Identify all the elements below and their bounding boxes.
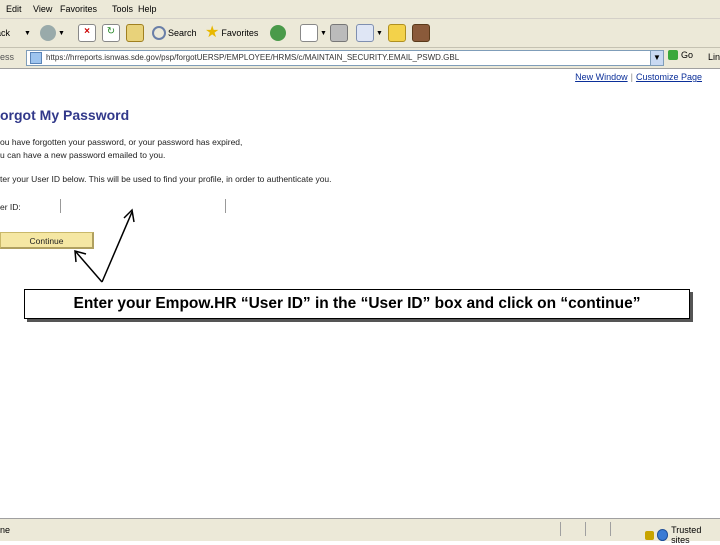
menu-edit[interactable]: Edit	[6, 4, 22, 14]
menu-bar: Edit View Favorites Tools Help	[0, 0, 720, 19]
address-dropdown[interactable]: ▼	[650, 50, 664, 66]
address-label: ess	[0, 52, 15, 62]
go-button[interactable]: Go	[668, 50, 693, 60]
print-icon	[330, 24, 348, 42]
instruction-line-2: u can have a new password emailed to you…	[0, 150, 166, 160]
menu-tools[interactable]: Tools	[112, 4, 133, 14]
userid-input[interactable]	[60, 199, 226, 213]
page-title: orgot My Password	[0, 107, 130, 123]
arrowhead-continue	[74, 249, 87, 263]
chevron-down-icon: ▼	[653, 53, 661, 62]
status-text: ne	[0, 525, 11, 535]
chevron-down-icon: ▼	[376, 29, 383, 37]
back-button[interactable]: Back ▼	[0, 22, 31, 44]
home-icon	[126, 24, 144, 42]
favorites-label: Favorites	[221, 28, 259, 38]
go-label: Go	[681, 50, 694, 60]
print-button[interactable]	[330, 22, 348, 44]
chevron-down-icon: ▼	[58, 29, 65, 37]
chevron-down-icon: ▼	[24, 29, 31, 37]
back-label: Back	[0, 28, 11, 38]
books-icon	[412, 24, 430, 42]
home-button[interactable]	[126, 22, 144, 44]
go-arrow-icon	[668, 50, 678, 60]
discuss-button[interactable]	[388, 22, 406, 44]
link-separator: |	[630, 72, 633, 82]
star-icon: ★	[205, 24, 220, 41]
status-divider	[560, 522, 561, 536]
refresh-icon: ↻	[102, 24, 120, 42]
history-button[interactable]	[270, 22, 286, 44]
instruction-line-1: ou have forgotten your password, or your…	[0, 137, 243, 147]
search-label: Search	[168, 28, 197, 38]
menu-help[interactable]: Help	[138, 4, 157, 14]
status-divider	[610, 522, 611, 536]
new-window-link[interactable]: New Window	[575, 72, 628, 82]
address-url: https://hrreports.isnwas.sde.gov/psp/for…	[46, 53, 460, 62]
top-links: New Window | Customize Page	[575, 72, 702, 82]
stop-icon: ×	[78, 24, 96, 42]
refresh-button[interactable]: ↻	[102, 22, 120, 44]
history-icon	[270, 25, 286, 41]
lock-icon	[645, 530, 654, 540]
search-icon	[152, 26, 166, 40]
continue-button[interactable]: Continue	[0, 232, 94, 249]
links-button[interactable]: Lin	[708, 52, 720, 62]
chevron-down-icon: ▼	[320, 29, 327, 37]
favorites-button[interactable]: ★ Favorites	[205, 22, 258, 44]
forward-button[interactable]: ▼	[40, 22, 65, 44]
instruction-callout: Enter your Empow.HR “User ID” in the “Us…	[24, 289, 690, 319]
address-input[interactable]: https://hrreports.isnwas.sde.gov/psp/for…	[26, 50, 664, 66]
research-button[interactable]	[412, 22, 430, 44]
forward-icon	[40, 25, 56, 41]
search-button[interactable]: Search	[152, 22, 197, 44]
edit-button[interactable]: ▼	[356, 22, 383, 44]
word-icon	[356, 24, 374, 42]
zone-label: Trusted sites	[671, 525, 702, 545]
mail-button[interactable]: ▼	[300, 22, 327, 44]
mail-icon	[300, 24, 318, 42]
instruction-line-3: ter your User ID below. This will be use…	[0, 174, 332, 184]
stop-button[interactable]: ×	[78, 22, 96, 44]
status-bar: ne Trusted sites	[0, 518, 720, 545]
menu-view[interactable]: View	[33, 4, 52, 14]
address-bar: ess https://hrreports.isnwas.sde.gov/psp…	[0, 48, 720, 69]
security-zone: Trusted sites	[645, 525, 720, 545]
globe-icon	[656, 529, 669, 541]
userid-label: er ID:	[0, 202, 21, 212]
note-icon	[388, 24, 406, 42]
toolbar: Back ▼ ▼ × ↻ Search ★ Favorites ▼ ▼	[0, 19, 720, 48]
arrow-to-userid	[101, 211, 133, 283]
status-divider	[585, 522, 586, 536]
menu-favorites[interactable]: Favorites	[60, 4, 97, 14]
customize-page-link[interactable]: Customize Page	[636, 72, 702, 82]
page-icon	[30, 52, 42, 64]
arrow-to-continue	[75, 251, 103, 283]
